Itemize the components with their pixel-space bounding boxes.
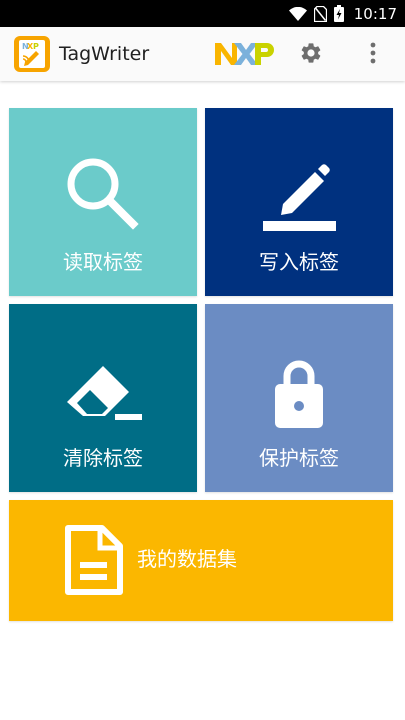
- write-tags-label: 写入标签: [259, 250, 339, 274]
- nxp-logo: [215, 43, 274, 65]
- wifi-icon: [288, 6, 307, 21]
- eraser-icon: [67, 366, 142, 420]
- protect-tags-tile[interactable]: 保护标签: [205, 304, 393, 492]
- protect-tags-label: 保护标签: [259, 446, 339, 470]
- pencil-icon: [263, 164, 336, 231]
- lock-icon: [275, 360, 323, 428]
- app-bar: N X P TagWriter: [0, 27, 405, 81]
- status-bar: 10:17: [0, 0, 405, 27]
- read-tags-label: 读取标签: [63, 250, 143, 274]
- no-sim-icon: [313, 5, 327, 22]
- document-icon: [65, 525, 123, 595]
- erase-tags-tile[interactable]: 清除标签: [9, 304, 197, 492]
- overflow-menu-button[interactable]: [360, 38, 386, 68]
- my-datasets-tile[interactable]: 我的数据集: [9, 500, 393, 621]
- settings-button[interactable]: [296, 38, 326, 68]
- read-tags-tile[interactable]: 读取标签: [9, 108, 197, 296]
- my-datasets-label: 我的数据集: [137, 547, 237, 571]
- write-tags-tile[interactable]: 写入标签: [205, 108, 393, 296]
- svg-text:P: P: [33, 42, 39, 51]
- tagwriter-app-logo: N X P: [14, 36, 50, 72]
- app-title: TagWriter: [59, 43, 150, 65]
- gear-icon: [301, 43, 321, 63]
- battery-charging-icon: [333, 5, 344, 22]
- more-vert-icon: [370, 42, 376, 64]
- erase-tags-label: 清除标签: [63, 446, 143, 470]
- search-icon: [67, 158, 139, 230]
- status-icons: 10:17: [288, 0, 397, 27]
- status-time: 10:17: [353, 4, 397, 23]
